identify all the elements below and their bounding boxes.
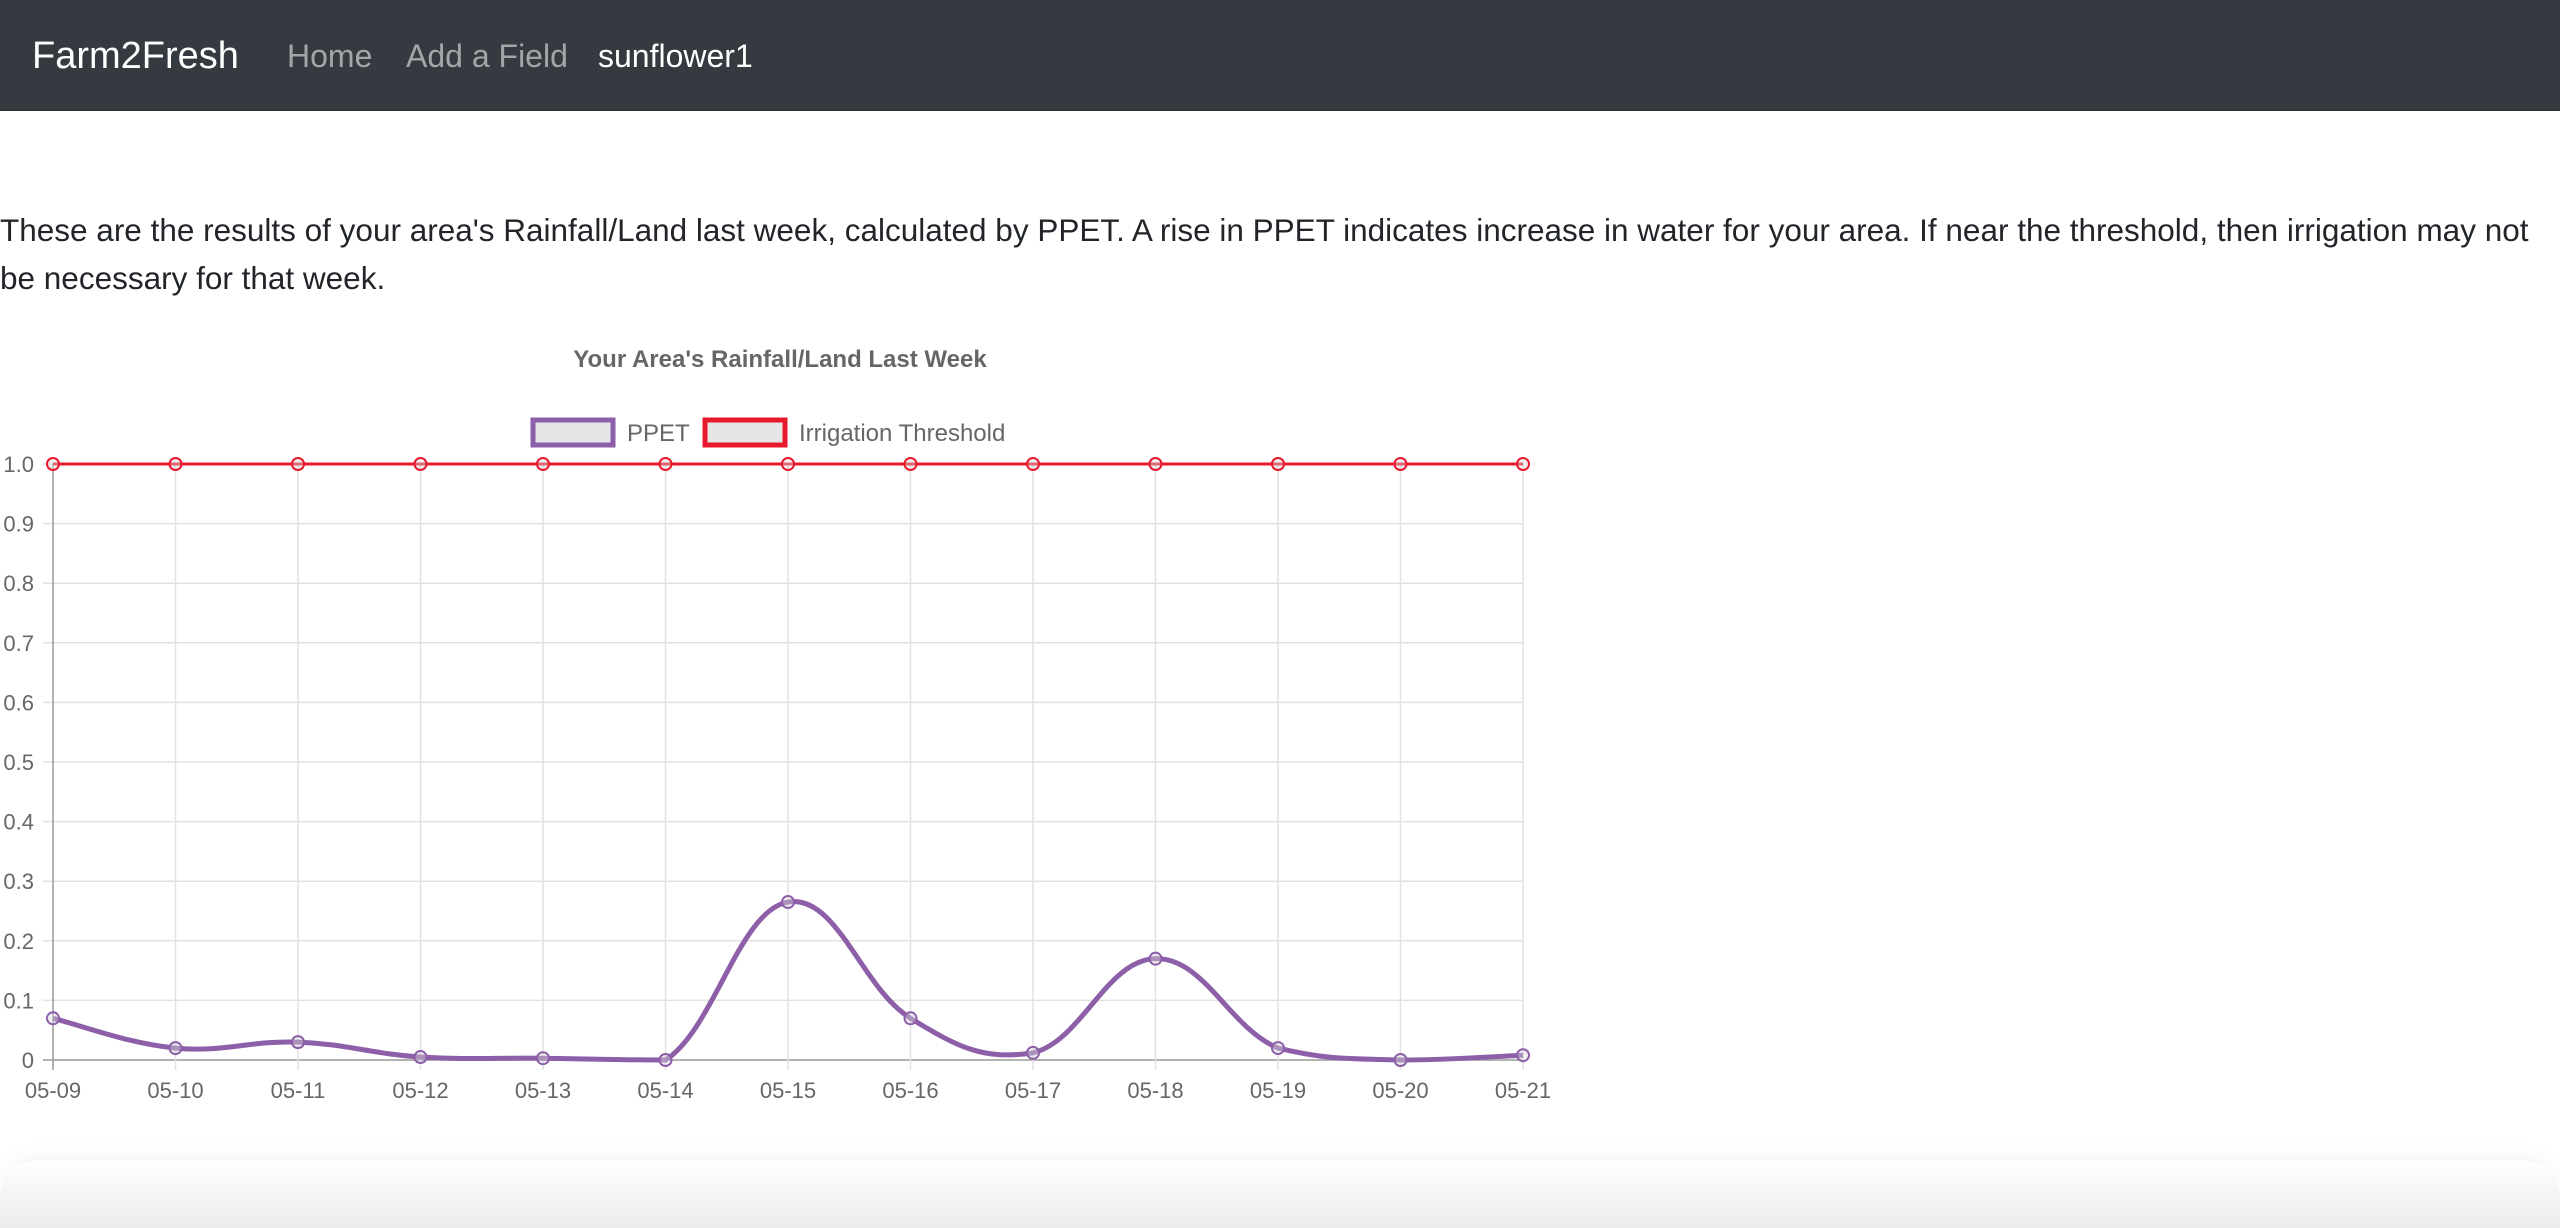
data-point xyxy=(46,457,60,471)
data-point xyxy=(658,457,673,471)
data-point xyxy=(168,457,183,471)
y-tick-label: 0 xyxy=(22,1048,34,1073)
x-tick-label: 05-19 xyxy=(1250,1078,1306,1103)
data-point xyxy=(903,1011,918,1026)
data-point xyxy=(168,1041,183,1056)
x-tick-label: 05-12 xyxy=(392,1078,448,1103)
x-tick-label: 05-20 xyxy=(1372,1078,1428,1103)
y-tick-label: 0.7 xyxy=(3,631,34,656)
legend-label: Irrigation Threshold xyxy=(799,420,1005,447)
y-tick-label: 0.2 xyxy=(3,929,34,954)
data-point xyxy=(781,895,795,910)
data-point xyxy=(903,457,918,471)
data-point xyxy=(536,457,550,471)
data-point xyxy=(781,457,795,471)
bottom-panel-edge xyxy=(0,1160,2560,1228)
x-tick-label: 05-09 xyxy=(25,1078,81,1103)
chart-title: Your Area's Rainfall/Land Last Week xyxy=(573,346,987,373)
data-point xyxy=(1393,457,1408,471)
y-tick-label: 0.8 xyxy=(3,571,34,596)
data-point xyxy=(1271,457,1285,471)
x-tick-label: 05-21 xyxy=(1495,1078,1551,1103)
data-point xyxy=(1393,1053,1408,1067)
data-point xyxy=(1516,457,1530,471)
nav-link-add-field[interactable]: Add a Field xyxy=(406,34,568,78)
brand-link[interactable]: Farm2Fresh xyxy=(32,30,239,82)
nav-link-home[interactable]: Home xyxy=(287,34,372,78)
data-point xyxy=(413,1050,428,1065)
data-point xyxy=(291,1035,305,1050)
data-point xyxy=(1271,1041,1285,1056)
navbar: Farm2Fresh Home Add a Field sunflower1 xyxy=(0,0,2560,111)
data-point xyxy=(1148,457,1163,471)
legend-label: PPET xyxy=(627,420,690,447)
nav-link-sunflower1[interactable]: sunflower1 xyxy=(598,34,753,78)
x-tick-label: 05-13 xyxy=(515,1078,571,1103)
rainfall-chart: 0 0.1 0.2 0.3 0.4 0.5 0.6 0.7 0.8 0.9 1.0 05-09 05-1… xyxy=(0,340,1560,1120)
data-point xyxy=(46,1011,60,1026)
data-point xyxy=(413,457,428,471)
legend-swatch xyxy=(530,417,616,448)
data-point xyxy=(1026,457,1040,471)
results-description: These are the results of your area's Rai… xyxy=(0,212,2529,296)
data-point xyxy=(1026,1045,1040,1060)
data-point xyxy=(1516,1048,1530,1063)
x-tick-label: 05-18 xyxy=(1127,1078,1183,1103)
y-tick-label: 0.6 xyxy=(3,690,34,715)
x-tick-label: 05-10 xyxy=(147,1078,203,1103)
y-tick-label: 0.5 xyxy=(3,750,34,775)
x-tick-label: 05-11 xyxy=(271,1078,326,1103)
y-tick-label: 0.4 xyxy=(3,810,34,835)
legend-swatch xyxy=(702,417,788,448)
x-tick-label: 05-14 xyxy=(637,1078,693,1103)
y-tick-label: 0.3 xyxy=(3,869,34,894)
y-tick-label: 0.1 xyxy=(3,988,34,1013)
data-point xyxy=(536,1051,550,1066)
x-tick-label: 05-15 xyxy=(760,1078,816,1103)
x-tick-label: 05-16 xyxy=(882,1078,938,1103)
rainfall-chart-svg: 0 0.1 0.2 0.3 0.4 0.5 0.6 0.7 0.8 0.9 1.0 05-09 05-1… xyxy=(3,346,1551,1103)
data-point xyxy=(1148,951,1163,966)
x-tick-label: 05-17 xyxy=(1005,1078,1061,1103)
y-tick-label: 0.9 xyxy=(3,512,34,537)
y-tick-label: 1.0 xyxy=(3,452,34,477)
data-point xyxy=(291,457,305,471)
data-point xyxy=(658,1053,673,1067)
